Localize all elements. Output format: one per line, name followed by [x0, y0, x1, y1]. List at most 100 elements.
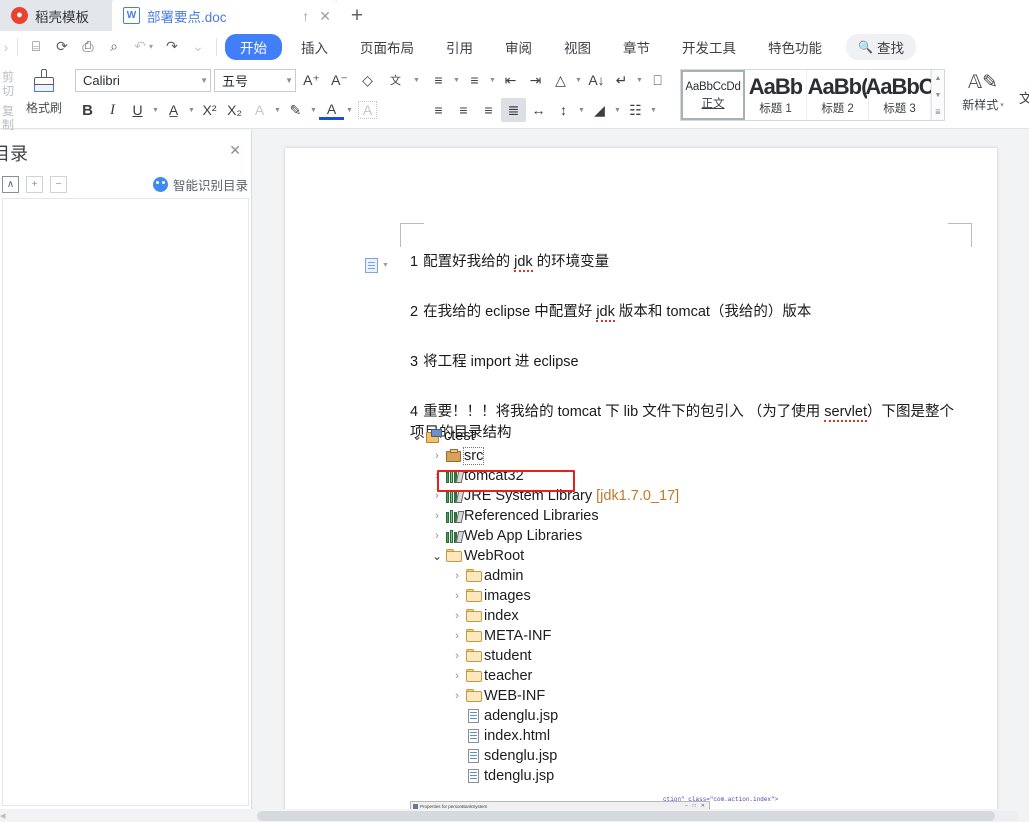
tree-node-meta-inf[interactable]: › META-INF: [410, 626, 810, 646]
chevron-right-icon[interactable]: ›: [450, 690, 464, 702]
collapse-level-icon[interactable]: −: [50, 176, 67, 193]
shading-icon[interactable]: ◢: [587, 98, 612, 122]
tree-node-ctest[interactable]: ⌄ ctest: [410, 426, 810, 446]
align-right-icon[interactable]: ≡: [476, 98, 501, 122]
scroll-down-icon[interactable]: ▼: [932, 87, 944, 104]
tab-view[interactable]: 视图: [551, 34, 604, 60]
smart-toc-button[interactable]: 智能识别目录: [152, 175, 248, 194]
clear-formatting-icon[interactable]: ◇: [355, 68, 380, 92]
chevron-right-icon[interactable]: ›: [450, 570, 464, 582]
chevron-down-icon[interactable]: ⌄: [410, 429, 424, 443]
new-tab-button[interactable]: +: [337, 0, 377, 31]
character-border-icon[interactable]: A: [247, 98, 272, 122]
chevron-right-icon[interactable]: ›: [430, 530, 444, 542]
font-size-combobox[interactable]: 五号 ▼: [214, 68, 297, 92]
bold-button[interactable]: B: [75, 98, 100, 122]
distribute-icon[interactable]: ↔: [526, 98, 551, 122]
customize-qat-icon[interactable]: ⌄: [185, 34, 211, 60]
last-group-label[interactable]: 文: [1013, 62, 1029, 107]
horizontal-scrollbar[interactable]: [257, 811, 1019, 821]
format-painter-button[interactable]: 格式刷: [25, 65, 63, 116]
chevron-down-icon[interactable]: ▼: [308, 98, 319, 122]
copy-button[interactable]: 复制: [2, 104, 22, 132]
collapse-all-icon[interactable]: ∧: [2, 176, 19, 193]
pinyin-guide-icon[interactable]: 文: [383, 68, 408, 92]
strikethrough-button[interactable]: A̲: [161, 98, 186, 122]
chevron-down-icon[interactable]: ⌄: [430, 549, 444, 563]
tab-section[interactable]: 章节: [610, 34, 663, 60]
grow-font-icon[interactable]: A⁺: [299, 68, 324, 92]
chevron-right-icon[interactable]: ›: [450, 590, 464, 602]
tree-node-admin[interactable]: › admin: [410, 566, 810, 586]
print-icon[interactable]: ⎙: [75, 34, 101, 60]
tree-node-webroot[interactable]: ⌄ WebRoot: [410, 546, 810, 566]
ruler-icon[interactable]: ⎕: [645, 68, 670, 92]
expand-level-icon[interactable]: +: [26, 176, 43, 193]
align-center-icon[interactable]: ≡: [451, 98, 476, 122]
tree-node-adenglu-jsp[interactable]: adenglu.jsp: [410, 706, 810, 726]
borders-icon[interactable]: ☷: [623, 98, 648, 122]
tree-node-index-html[interactable]: index.html: [410, 726, 810, 746]
tree-node-web-app-libraries[interactable]: › Web App Libraries: [410, 526, 810, 546]
multilevel-list-icon[interactable]: △: [548, 68, 573, 92]
print-preview-icon[interactable]: ⌕: [101, 34, 127, 60]
cut-button[interactable]: 剪切: [2, 70, 22, 98]
style-item-heading-3[interactable]: AaBbC 标题 3: [865, 70, 934, 120]
undo-dropdown-icon[interactable]: ▾: [149, 42, 159, 51]
tree-node-tomcat32[interactable]: › tomcat32: [410, 466, 810, 486]
tab-page-layout[interactable]: 页面布局: [347, 34, 427, 60]
new-style-button[interactable]: 𝔸✎ 新样式 ▾: [953, 62, 1013, 113]
superscript-button[interactable]: X²: [197, 98, 222, 122]
chevron-down-icon[interactable]: ▼: [344, 98, 355, 122]
character-shading-icon[interactable]: A: [355, 98, 380, 122]
find-button[interactable]: 🔍 查找: [846, 33, 916, 60]
style-item-heading-1[interactable]: AaBb 标题 1: [745, 70, 808, 120]
close-icon[interactable]: ✕: [229, 142, 241, 159]
styles-more-icon[interactable]: ≣: [932, 104, 944, 121]
line-spacing-icon[interactable]: ↕: [551, 98, 576, 122]
font-color-icon[interactable]: A: [319, 100, 345, 120]
style-item-body[interactable]: AaBbCcDd 正文: [681, 70, 746, 120]
chevron-down-icon[interactable]: ▼: [451, 68, 462, 92]
font-name-combobox[interactable]: Calibri ▼: [75, 68, 212, 92]
tab-references[interactable]: 引用: [433, 34, 486, 60]
italic-button[interactable]: I: [100, 98, 125, 122]
chevron-right-icon[interactable]: ›: [450, 610, 464, 622]
decrease-indent-icon[interactable]: ⇤: [498, 68, 523, 92]
chevron-down-icon[interactable]: ▼: [648, 98, 659, 122]
tab-special-features[interactable]: 特色功能: [755, 34, 835, 60]
increase-indent-icon[interactable]: ⇥: [523, 68, 548, 92]
chevron-down-icon[interactable]: ▼: [576, 98, 587, 122]
chevron-right-icon[interactable]: ›: [450, 670, 464, 682]
chevron-down-icon[interactable]: ▼: [150, 98, 161, 122]
document-page[interactable]: ▼ 1 配置好我给的 jdk 的环境变量 2 在我给的 eclipse 中配置好 j…: [285, 148, 997, 822]
tree-node-src[interactable]: › src: [410, 446, 810, 466]
chevron-down-icon[interactable]: ▼: [573, 68, 584, 92]
chevron-down-icon[interactable]: ▼: [411, 68, 422, 92]
tree-node-images[interactable]: › images: [410, 586, 810, 606]
chevron-down-icon[interactable]: ▼: [186, 98, 197, 122]
chevron-right-icon[interactable]: ›: [430, 450, 444, 462]
chevron-down-icon[interactable]: ▼: [634, 68, 645, 92]
tab-restore-icon[interactable]: ↑: [302, 9, 309, 23]
tree-node-web-inf[interactable]: › WEB-INF: [410, 686, 810, 706]
chevron-right-icon[interactable]: ›: [450, 630, 464, 642]
tree-node-jre-system-library[interactable]: › JRE System Library [jdk1.7.0_17]: [410, 486, 810, 506]
style-item-heading-2[interactable]: AaBb( 标题 2: [807, 70, 870, 120]
horizontal-scrollbar-thumb[interactable]: [257, 811, 995, 821]
align-left-icon[interactable]: ≡: [426, 98, 451, 122]
numbered-list-icon[interactable]: ≡: [462, 68, 487, 92]
chevron-down-icon[interactable]: ▼: [272, 98, 283, 122]
save-icon[interactable]: ⌸: [23, 34, 49, 60]
highlight-color-icon[interactable]: ✎: [283, 98, 308, 122]
tab-document-active[interactable]: W 部署要点.doc ↑ ✕: [112, 0, 337, 31]
redo-icon[interactable]: ↷: [159, 34, 185, 60]
show-paragraph-marks-icon[interactable]: ↵: [609, 68, 634, 92]
shrink-font-icon[interactable]: A⁻: [327, 68, 352, 92]
document-area[interactable]: ▼ 1 配置好我给的 jdk 的环境变量 2 在我给的 eclipse 中配置好 j…: [253, 130, 1029, 822]
tab-close-icon[interactable]: ✕: [319, 9, 331, 23]
sort-icon[interactable]: A↓: [584, 68, 609, 92]
tree-node-index[interactable]: › index: [410, 606, 810, 626]
qat-overflow-left-icon[interactable]: ›: [0, 34, 12, 60]
tree-node-tdenglu-jsp[interactable]: tdenglu.jsp: [410, 766, 810, 786]
